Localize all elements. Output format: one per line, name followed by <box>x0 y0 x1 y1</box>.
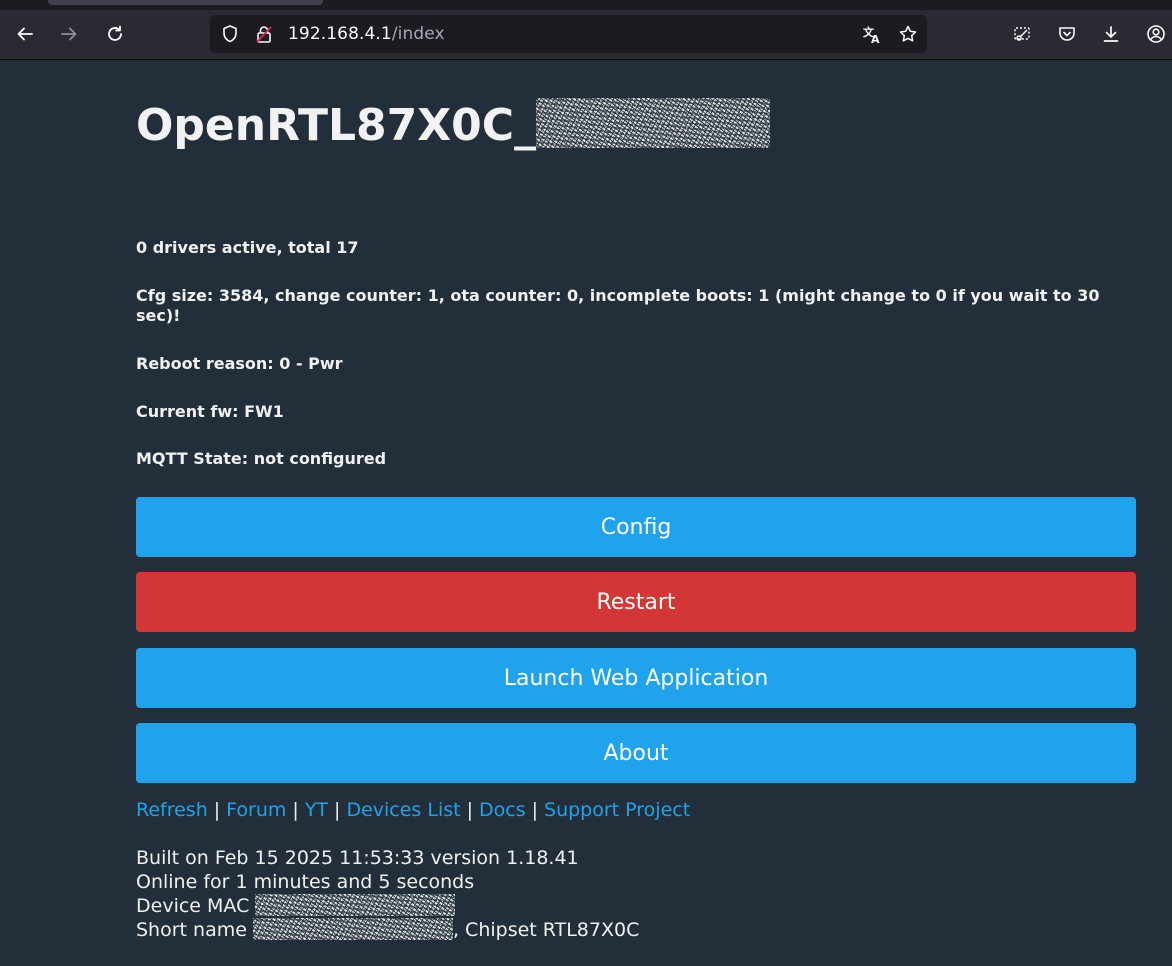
redacted-device-id <box>536 98 771 148</box>
downloads-icon[interactable] <box>1095 18 1127 50</box>
url-path: /index <box>391 24 445 44</box>
built-on-text: Built on Feb 15 2025 11:53:33 version 1.… <box>136 847 579 869</box>
shield-icon[interactable] <box>220 24 240 44</box>
url-text[interactable]: 192.168.4.1/index <box>288 24 445 44</box>
url-host: 192.168.4.1 <box>288 24 392 44</box>
redacted-short-name <box>252 918 453 940</box>
footer-links: Refresh | Forum | YT | Devices List | Docs | Suppo… <box>136 797 690 823</box>
current-fw: Current fw: FW1 <box>136 402 284 421</box>
screenshot-icon[interactable] <box>1006 18 1038 50</box>
yt-link[interactable]: YT <box>305 799 328 821</box>
address-bar[interactable]: 192.168.4.1/index 文A <box>210 15 927 53</box>
pocket-icon[interactable] <box>1051 18 1083 50</box>
reload-icon[interactable] <box>99 18 131 50</box>
link-separator: | <box>334 799 341 821</box>
device-mac-line: Device MAC <box>136 894 639 918</box>
link-separator: | <box>213 799 221 821</box>
link-separator: | <box>466 799 473 821</box>
svg-text:A: A <box>871 33 880 44</box>
online-for-text: Online for 1 minutes and 5 seconds <box>136 871 475 893</box>
short-name-line: Short name , Chipset RTL87X0C <box>136 918 639 942</box>
restart-button[interactable]: Restart <box>136 572 1136 632</box>
device-mac-label: Device MAC <box>136 895 250 917</box>
about-button[interactable]: About <box>136 723 1136 783</box>
reboot-reason: Reboot reason: 0 - Pwr <box>136 354 343 373</box>
insecure-lock-icon[interactable] <box>254 24 274 44</box>
docs-link[interactable]: Docs <box>479 799 526 821</box>
device-title: OpenRTL87X0C_ <box>136 98 771 154</box>
translate-icon[interactable]: 文A <box>862 24 882 44</box>
forward-icon[interactable] <box>53 18 85 50</box>
back-icon[interactable] <box>9 18 41 50</box>
drivers-status: 0 drivers active, total 17 <box>136 238 359 257</box>
link-separator: | <box>292 799 299 821</box>
link-separator: | <box>531 799 539 821</box>
account-icon[interactable] <box>1140 18 1172 50</box>
build-info: Built on Feb 15 2025 11:53:33 version 1.… <box>136 846 639 942</box>
config-button[interactable]: Config <box>136 497 1136 557</box>
forum-link[interactable]: Forum <box>226 799 286 821</box>
cfg-status: Cfg size: 3584, change counter: 1, ota c… <box>136 286 1100 325</box>
browser-toolbar: 192.168.4.1/index 文A <box>0 10 1172 60</box>
support-project-link[interactable]: Support Project <box>544 799 690 821</box>
device-title-prefix: OpenRTL87X0C_ <box>136 100 537 151</box>
launch-web-app-button[interactable]: Launch Web Application <box>136 648 1136 708</box>
redacted-mac <box>255 894 456 916</box>
tab-strip <box>0 0 1172 10</box>
devices-list-link[interactable]: Devices List <box>346 799 460 821</box>
short-name-label: Short name <box>136 919 247 941</box>
chipset-text: , Chipset RTL87X0C <box>452 919 640 941</box>
bookmark-star-icon[interactable] <box>898 24 918 44</box>
refresh-link[interactable]: Refresh <box>136 799 208 821</box>
mqtt-state: MQTT State: not configured <box>136 449 387 468</box>
active-tab[interactable] <box>48 0 323 5</box>
